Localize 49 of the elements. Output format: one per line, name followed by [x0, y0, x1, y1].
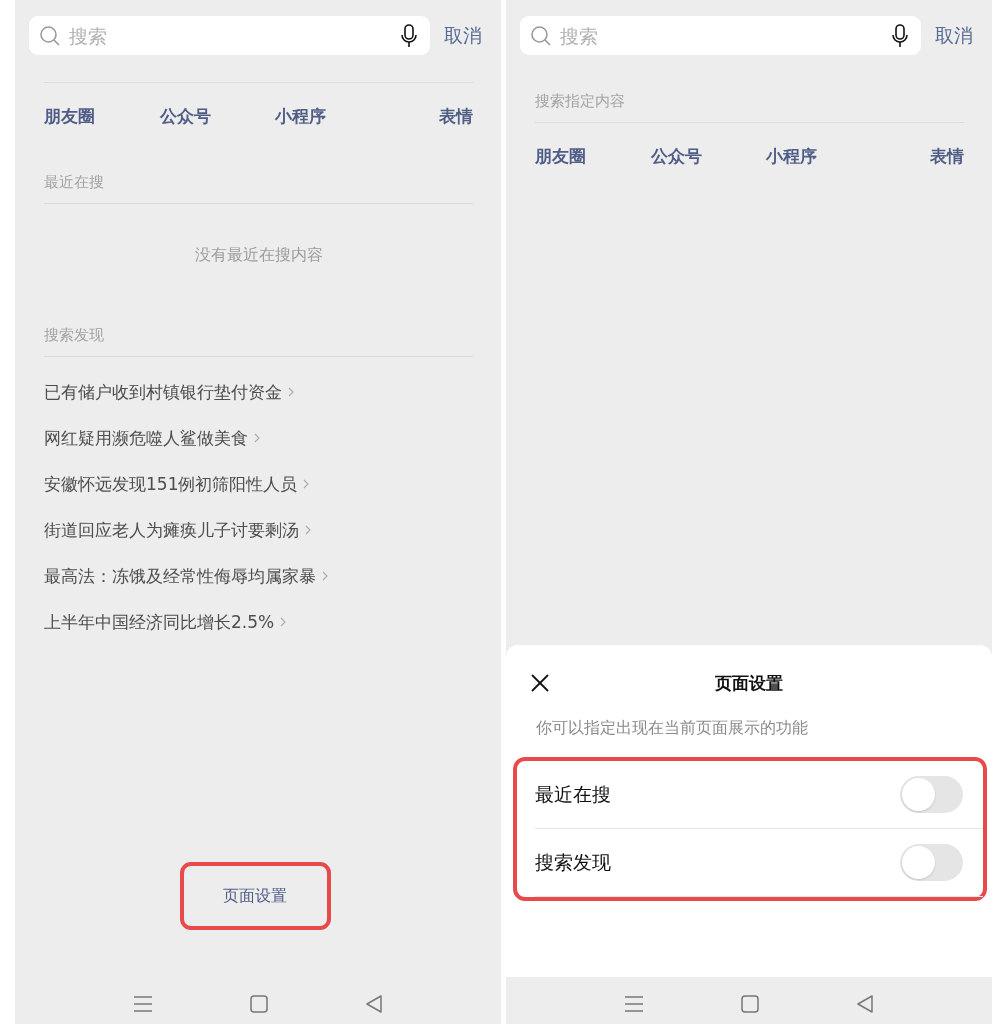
content-type-link[interactable]: 表情 — [930, 144, 964, 168]
option-label: 最近在搜 — [535, 781, 611, 807]
trending-link[interactable]: 街道回应老人为瘫痪儿子讨要剩汤 — [44, 507, 311, 553]
sheet-description: 你可以指定出现在当前页面展示的功能 — [535, 718, 809, 738]
back-icon — [856, 994, 874, 1013]
microphone-icon — [400, 23, 418, 48]
section-title: 搜索发现 — [44, 325, 473, 357]
toggle-switch[interactable] — [900, 776, 963, 813]
content-type-link[interactable]: 朋友圈 — [535, 144, 651, 168]
close-icon — [530, 673, 550, 693]
search-icon — [530, 24, 552, 47]
cancel-button[interactable]: 取消 — [935, 22, 973, 49]
content-type-link[interactable]: 公众号 — [160, 104, 275, 128]
cancel-button[interactable]: 取消 — [444, 22, 482, 49]
section-title: 最近在搜 — [44, 172, 473, 204]
menu-icon — [133, 994, 153, 1013]
content-type-link[interactable]: 小程序 — [766, 144, 930, 168]
menu-icon — [624, 994, 644, 1013]
content-type-link[interactable]: 表情 — [439, 104, 473, 128]
trending-link[interactable]: 网红疑用濒危噬人鲨做美食 — [44, 415, 260, 461]
option-label: 搜索发现 — [535, 849, 611, 875]
trending-link[interactable]: 上半年中国经济同比增长2.5% — [44, 599, 287, 645]
microphone-icon — [891, 23, 909, 48]
home-icon — [741, 994, 759, 1013]
search-input[interactable]: 搜索 — [558, 23, 891, 48]
content-type-link[interactable]: 朋友圈 — [44, 104, 160, 128]
chevron-icon — [303, 479, 310, 489]
home-icon — [250, 994, 268, 1013]
chevron-icon — [288, 387, 294, 397]
trending-link[interactable]: 安徽怀远发现151例初筛阳性人员 — [44, 461, 310, 507]
chevron-icon — [254, 433, 260, 443]
trending-link[interactable]: 已有储户收到村镇银行垫付资金 — [44, 369, 294, 415]
search-field[interactable]: 搜索 — [520, 16, 921, 55]
sheet-title: 页面设置 — [715, 671, 783, 695]
close-button[interactable] — [530, 673, 550, 693]
search-input[interactable]: 搜索 — [67, 23, 400, 48]
chevron-icon — [322, 571, 328, 581]
chevron-icon — [280, 617, 287, 627]
search-field[interactable]: 搜索 — [29, 16, 430, 55]
trending-link[interactable]: 最高法：冻饿及经常性侮辱均属家暴 — [44, 553, 328, 599]
section-title: 搜索指定内容 — [535, 91, 964, 123]
chevron-icon — [305, 525, 311, 535]
back-icon — [365, 994, 383, 1013]
settings-button[interactable]: 页面设置 — [179, 862, 331, 930]
content-type-link[interactable]: 公众号 — [651, 144, 766, 168]
toggle-switch[interactable] — [900, 844, 963, 881]
content-type-link[interactable]: 小程序 — [275, 104, 439, 128]
search-icon — [39, 24, 61, 47]
empty-message: 没有最近在搜内容 — [193, 245, 324, 265]
